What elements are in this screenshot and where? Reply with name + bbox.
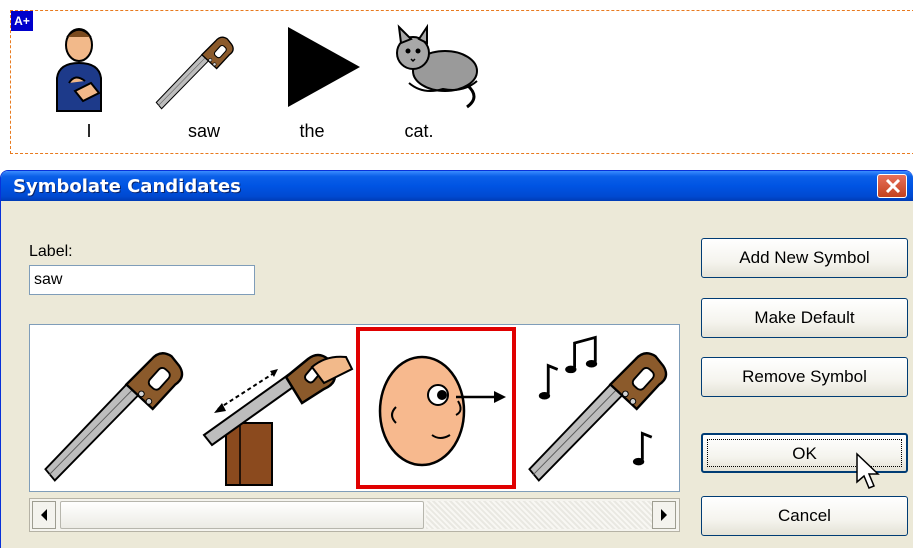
add-new-symbol-button[interactable]: Add New Symbol — [701, 238, 908, 278]
close-icon — [885, 179, 901, 193]
saw-icon — [44, 352, 184, 491]
label-caption: Label: — [29, 243, 73, 260]
scroll-track[interactable] — [426, 501, 652, 529]
mouse-cursor-icon — [856, 452, 880, 489]
scroll-thumb[interactable] — [60, 501, 424, 529]
scroll-right-button[interactable] — [652, 501, 676, 529]
symbol-document-strip[interactable]: A+ I saw the cat. — [10, 10, 913, 154]
symbol-cell-i[interactable]: I — [39, 23, 139, 143]
dialog-title: Symbolate Candidates — [13, 176, 241, 197]
symbol-word: I — [86, 121, 92, 141]
saw-icon — [155, 36, 234, 113]
cancel-button[interactable]: Cancel — [701, 496, 908, 536]
auto-symbol-badge-icon[interactable]: A+ — [11, 11, 33, 31]
arrow-left-icon — [41, 509, 47, 521]
candidate-saw-music[interactable] — [520, 327, 679, 491]
saw-music-icon — [528, 335, 668, 491]
play-triangle-icon — [288, 27, 360, 107]
person-signing-icon — [56, 28, 102, 112]
symbol-cell-saw[interactable]: saw — [146, 23, 246, 143]
symbolate-candidates-dialog: Symbolate Candidates Label: saw Add New … — [0, 170, 913, 548]
symbol-word: saw — [187, 121, 220, 141]
make-default-button[interactable]: Make Default — [701, 298, 908, 338]
label-input[interactable] — [29, 265, 255, 295]
candidates-horizontal-scrollbar[interactable] — [29, 498, 680, 532]
candidate-face-looking[interactable] — [356, 327, 516, 489]
candidate-saw[interactable] — [36, 327, 196, 491]
symbol-word: the — [299, 121, 325, 141]
close-button[interactable] — [877, 174, 907, 198]
symbol-cell-the[interactable]: the — [266, 23, 366, 143]
remove-symbol-button[interactable]: Remove Symbol — [701, 357, 908, 397]
symbol-word: cat. — [404, 121, 434, 141]
candidate-symbols-list[interactable] — [29, 324, 680, 492]
cat-icon — [396, 23, 478, 109]
scroll-left-button[interactable] — [32, 501, 56, 529]
face-looking-icon — [378, 355, 506, 467]
symbol-cell-cat[interactable]: cat. — [383, 23, 483, 143]
dialog-titlebar[interactable]: Symbolate Candidates — [1, 171, 913, 201]
arrow-right-icon — [661, 509, 667, 521]
candidate-sawing-wood[interactable] — [196, 327, 356, 489]
sawing-wood-icon — [202, 353, 354, 486]
